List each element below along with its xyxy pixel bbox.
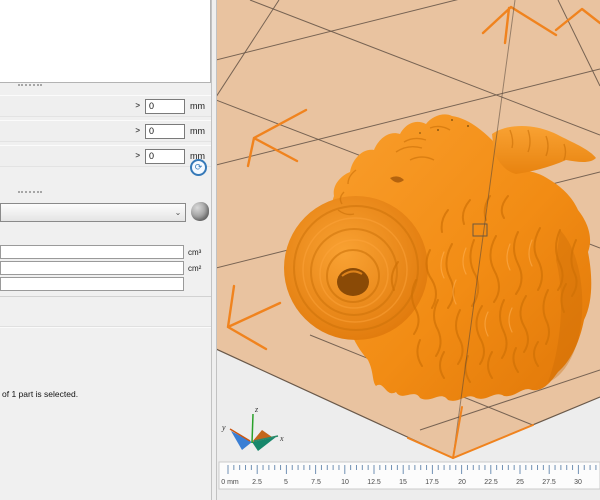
ruler-label: 2.5 (252, 479, 262, 486)
ruler-label: 0 mm (221, 479, 239, 486)
upper-blank-panel (0, 0, 211, 83)
ruler-label: 20 (458, 479, 466, 486)
ruler-label: 10 (341, 479, 349, 486)
left-panel: > mm > mm > mm ⟳ ⌄ cm³ cm² of 1 part is … (0, 0, 211, 500)
ruler-label: 17.5 (425, 479, 439, 486)
x-offset-input[interactable] (145, 98, 185, 114)
chevron-down-icon[interactable]: ⌄ (171, 208, 185, 217)
extra-input[interactable] (0, 277, 184, 291)
area-input[interactable] (0, 261, 184, 275)
x-axis-label: x (279, 434, 284, 443)
ruler-label: 27.5 (542, 479, 556, 486)
selection-dropdown[interactable]: ⌄ (0, 203, 186, 222)
transform-row-x[interactable]: > mm (0, 95, 211, 117)
spiral-horn (284, 196, 428, 340)
selection-status-text: of 1 part is selected. (2, 389, 79, 399)
extra-field-row (0, 277, 188, 291)
ruler-label: 30 (574, 479, 582, 486)
section-separator (0, 326, 211, 328)
transform-row-y[interactable]: > mm (0, 120, 211, 142)
expand-chevron-icon[interactable]: > (135, 152, 140, 160)
unit-label: mm (190, 126, 205, 136)
unit-label: mm (190, 101, 205, 111)
z-offset-input[interactable] (145, 148, 185, 164)
machine-sphere-icon[interactable] (191, 202, 209, 221)
expand-chevron-icon[interactable]: > (135, 102, 140, 110)
ruler-label: 12.5 (367, 479, 381, 486)
ruler-label: 25 (516, 479, 524, 486)
volume-field-row: cm³ (0, 245, 201, 259)
volume-unit-label: cm³ (188, 247, 202, 257)
area-field-row: cm² (0, 261, 201, 275)
splitter-grip-top[interactable] (18, 84, 42, 89)
scale-ruler: 0 mm 2.5 5 7.5 10 12.5 15 17.5 20 22.5 2… (218, 461, 600, 490)
y-axis-label: y (221, 423, 226, 432)
volume-input[interactable] (0, 245, 184, 259)
expand-chevron-icon[interactable]: > (135, 127, 140, 135)
ruler-label: 15 (399, 479, 407, 486)
transform-row-z[interactable]: > mm (0, 145, 211, 167)
area-unit-label: cm² (188, 263, 202, 273)
splitter-grip-middle[interactable] (18, 191, 42, 196)
ruler-label: 5 (284, 479, 288, 486)
section-separator (0, 296, 211, 297)
ruler-label: 22.5 (484, 479, 498, 486)
3d-viewport[interactable]: z y x 0 mm 2.5 5 7.5 10 12.5 15 17.5 20 … (217, 0, 600, 500)
reset-icon[interactable]: ⟳ (190, 159, 207, 176)
y-offset-input[interactable] (145, 123, 185, 139)
ruler-label: 7.5 (311, 479, 321, 486)
